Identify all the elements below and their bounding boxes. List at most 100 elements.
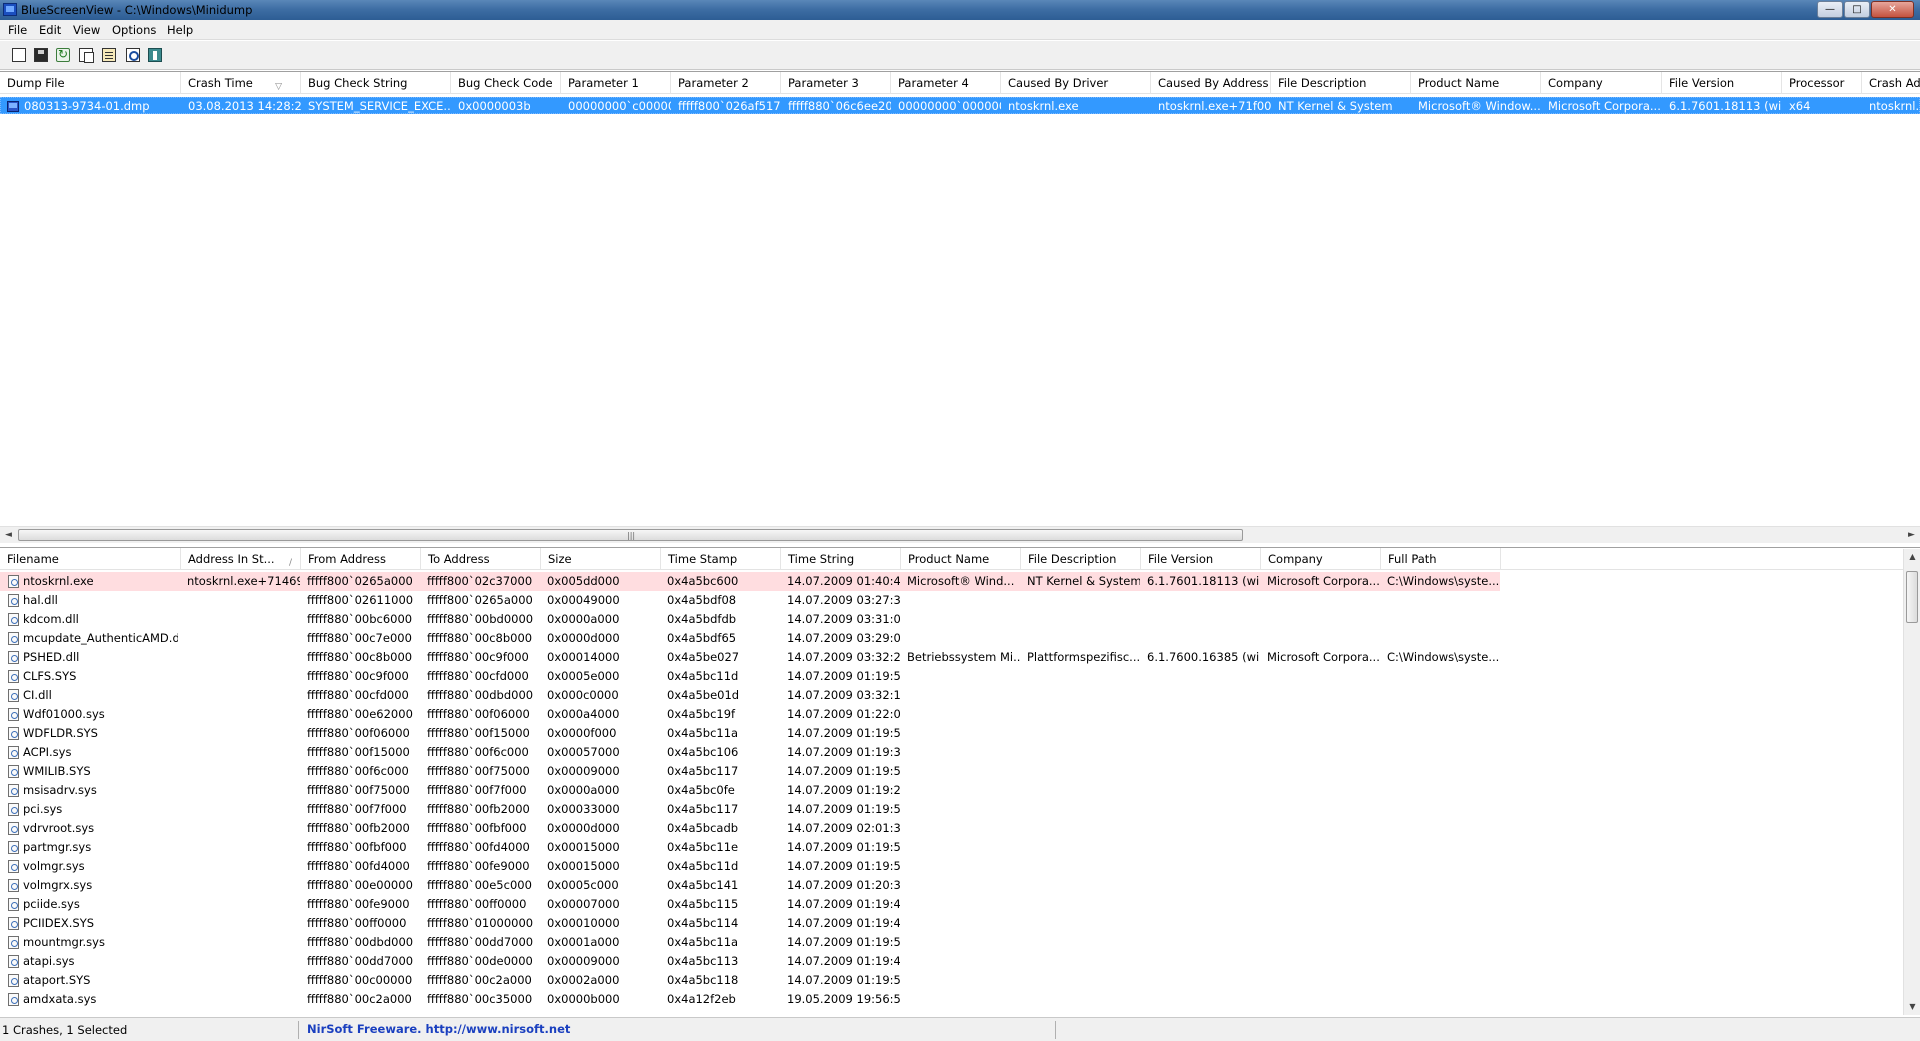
menu-edit[interactable]: Edit	[39, 23, 61, 37]
table-row[interactable]: WDFLDR.SYS fffff880`00f06000 fffff880`00f1…	[0, 724, 1905, 743]
table-row[interactable]: Wdf01000.sys fffff880`00e62000 fffff880`00…	[0, 705, 1905, 724]
exit-button[interactable]	[146, 46, 164, 64]
col-caused-by-address[interactable]: Caused By Address	[1151, 72, 1271, 94]
col-file-version[interactable]: File Version	[1662, 72, 1782, 94]
cell-file-version	[1144, 857, 1260, 876]
col-product-name[interactable]: Product Name	[1411, 72, 1541, 94]
crash-list-horizontal-scrollbar[interactable]: ◄ ||| ►	[0, 526, 1920, 543]
html-report-button[interactable]	[10, 46, 28, 64]
cell-company	[1264, 895, 1380, 914]
minimize-button[interactable]: —	[1817, 1, 1843, 18]
scroll-left-icon[interactable]: ◄	[0, 528, 17, 543]
col-full-path[interactable]: Full Path	[1381, 548, 1501, 570]
table-row[interactable]: WMILIB.SYS fffff880`00f6c000 fffff880`00f7…	[0, 762, 1905, 781]
menu-options[interactable]: Options	[112, 23, 156, 37]
table-row[interactable]: CLFS.SYS fffff880`00c9f000 fffff880`00cfd0…	[0, 667, 1905, 686]
col-crash-address[interactable]: Crash Add	[1862, 72, 1920, 94]
scroll-up-icon[interactable]: ▲	[1904, 549, 1920, 565]
cell-filename: amdxata.sys	[23, 992, 97, 1006]
table-row[interactable]: msisadrv.sys fffff880`00f75000 fffff880`00…	[0, 781, 1905, 800]
table-row[interactable]: mcupdate_AuthenticAMD.dll fffff880`00c7e0…	[0, 629, 1905, 648]
table-row[interactable]: pciide.sys fffff880`00fe9000 fffff880`00ff…	[0, 895, 1905, 914]
cell-to-address: fffff880`00dd7000	[427, 935, 534, 949]
col-size[interactable]: Size	[541, 548, 661, 570]
col-product-name[interactable]: Product Name	[901, 548, 1021, 570]
col-file-description[interactable]: File Description	[1271, 72, 1411, 94]
cell-full-path	[1384, 914, 1500, 933]
col-company[interactable]: Company	[1261, 548, 1381, 570]
table-row[interactable]: partmgr.sys fffff880`00fbf000 fffff880`00f…	[0, 838, 1905, 857]
cell-size: 0x000c0000	[547, 688, 619, 702]
col-time-stamp[interactable]: Time Stamp	[661, 548, 781, 570]
table-row[interactable]: mountmgr.sys fffff880`00dbd000 fffff880`00…	[0, 933, 1905, 952]
module-file-icon	[8, 613, 19, 626]
table-row[interactable]: PSHED.dll fffff880`00c8b000 fffff880`00c9f…	[0, 648, 1905, 667]
nirsoft-link[interactable]: NirSoft Freeware. http://www.nirsoft.net	[307, 1022, 570, 1036]
cell-product-name	[904, 800, 1020, 819]
scroll-thumb[interactable]: |||	[18, 529, 1243, 541]
cell-time-stamp: 0x4a5bcadb	[667, 821, 739, 835]
module-file-icon	[8, 594, 19, 607]
col-address-in-stack[interactable]: Address In St... /	[181, 548, 301, 570]
col-bug-check-string[interactable]: Bug Check String	[301, 72, 451, 94]
crash-row-selected[interactable]: 080313-9734-01.dmp 03.08.2013 14:28:23 S…	[0, 97, 1920, 114]
refresh-button[interactable]	[54, 46, 72, 64]
col-parameter-1[interactable]: Parameter 1	[561, 72, 671, 94]
cell-filename: CLFS.SYS	[23, 669, 77, 683]
menu-help[interactable]: Help	[167, 23, 193, 37]
properties-button[interactable]	[100, 46, 118, 64]
col-time-string[interactable]: Time String	[781, 548, 901, 570]
table-row[interactable]: volmgrx.sys fffff880`00e00000 fffff880`00e…	[0, 876, 1905, 895]
col-company[interactable]: Company	[1541, 72, 1662, 94]
col-parameter-4[interactable]: Parameter 4	[891, 72, 1001, 94]
cell-time-string: 19.05.2009 19:56:59	[787, 992, 900, 1006]
table-row[interactable]: hal.dll fffff800`02611000 fffff800`0265a00…	[0, 591, 1905, 610]
table-row[interactable]: ntoskrnl.exe ntoskrnl.exe+71469 fffff800`0…	[0, 572, 1500, 591]
module-list[interactable]: Filename Address In St... / From Address …	[0, 547, 1920, 1015]
cell-time-stamp: 0x4a5bc11a	[667, 935, 739, 949]
table-row[interactable]: vdrvroot.sys fffff880`00fb2000 fffff880`00…	[0, 819, 1905, 838]
table-row[interactable]: CI.dll fffff880`00cfd000 fffff880`00dbd000…	[0, 686, 1905, 705]
table-row[interactable]: PCIIDEX.SYS fffff880`00ff0000 fffff880`010…	[0, 914, 1905, 933]
col-processor[interactable]: Processor	[1782, 72, 1862, 94]
cell-file-version	[1144, 800, 1260, 819]
module-list-vertical-scrollbar[interactable]: ▲ ▼	[1903, 549, 1920, 1015]
col-caused-by-driver[interactable]: Caused By Driver	[1001, 72, 1151, 94]
table-row[interactable]: pci.sys fffff880`00f7f000 fffff880`00fb200…	[0, 800, 1905, 819]
cell-time-stamp: 0x4a5bc117	[667, 764, 739, 778]
col-from-address[interactable]: From Address	[301, 548, 421, 570]
col-parameter-3[interactable]: Parameter 3	[781, 72, 891, 94]
cell-file-version: 6.1.7601.18113 (wi...	[1147, 574, 1260, 588]
scroll-down-icon[interactable]: ▼	[1904, 999, 1920, 1015]
maximize-button[interactable]: □	[1844, 1, 1870, 18]
col-parameter-2[interactable]: Parameter 2	[671, 72, 781, 94]
col-file-version[interactable]: File Version	[1141, 548, 1261, 570]
col-crash-time[interactable]: Crash Time ▽	[181, 72, 301, 94]
save-button[interactable]	[32, 46, 50, 64]
col-to-address[interactable]: To Address	[421, 548, 541, 570]
col-filename[interactable]: Filename	[0, 548, 181, 570]
find-button[interactable]	[124, 46, 142, 64]
col-bug-check-code[interactable]: Bug Check Code	[451, 72, 561, 94]
table-row[interactable]: amdxata.sys fffff880`00c2a000 fffff880`00c…	[0, 990, 1905, 1009]
cell-size: 0x00007000	[547, 897, 620, 911]
menu-view[interactable]: View	[73, 23, 100, 37]
table-row[interactable]: volmgr.sys fffff880`00fd4000 fffff880`00fe…	[0, 857, 1905, 876]
cell-filename: ntoskrnl.exe	[23, 574, 94, 588]
cell-product-name	[904, 743, 1020, 762]
crash-list[interactable]: Dump File Crash Time ▽ Bug Check String B…	[0, 71, 1920, 543]
cell-company	[1264, 952, 1380, 971]
scroll-thumb[interactable]	[1906, 571, 1918, 623]
scroll-right-icon[interactable]: ►	[1903, 528, 1920, 543]
table-row[interactable]: ACPI.sys fffff880`00f15000 fffff880`00f6c0…	[0, 743, 1905, 762]
col-dump-file[interactable]: Dump File	[0, 72, 181, 94]
copy-button[interactable]	[77, 46, 95, 64]
cell-full-path	[1384, 762, 1500, 781]
close-button[interactable]: ✕	[1871, 1, 1914, 18]
table-row[interactable]: atapi.sys fffff880`00dd7000 fffff880`00de0…	[0, 952, 1905, 971]
col-file-description[interactable]: File Description	[1021, 548, 1141, 570]
table-row[interactable]: kdcom.dll fffff880`00bc6000 fffff880`00bd0…	[0, 610, 1905, 629]
table-row[interactable]: ataport.SYS fffff880`00c00000 fffff880`00c…	[0, 971, 1905, 990]
cell-product-name	[904, 629, 1020, 648]
menu-file[interactable]: File	[8, 23, 27, 37]
